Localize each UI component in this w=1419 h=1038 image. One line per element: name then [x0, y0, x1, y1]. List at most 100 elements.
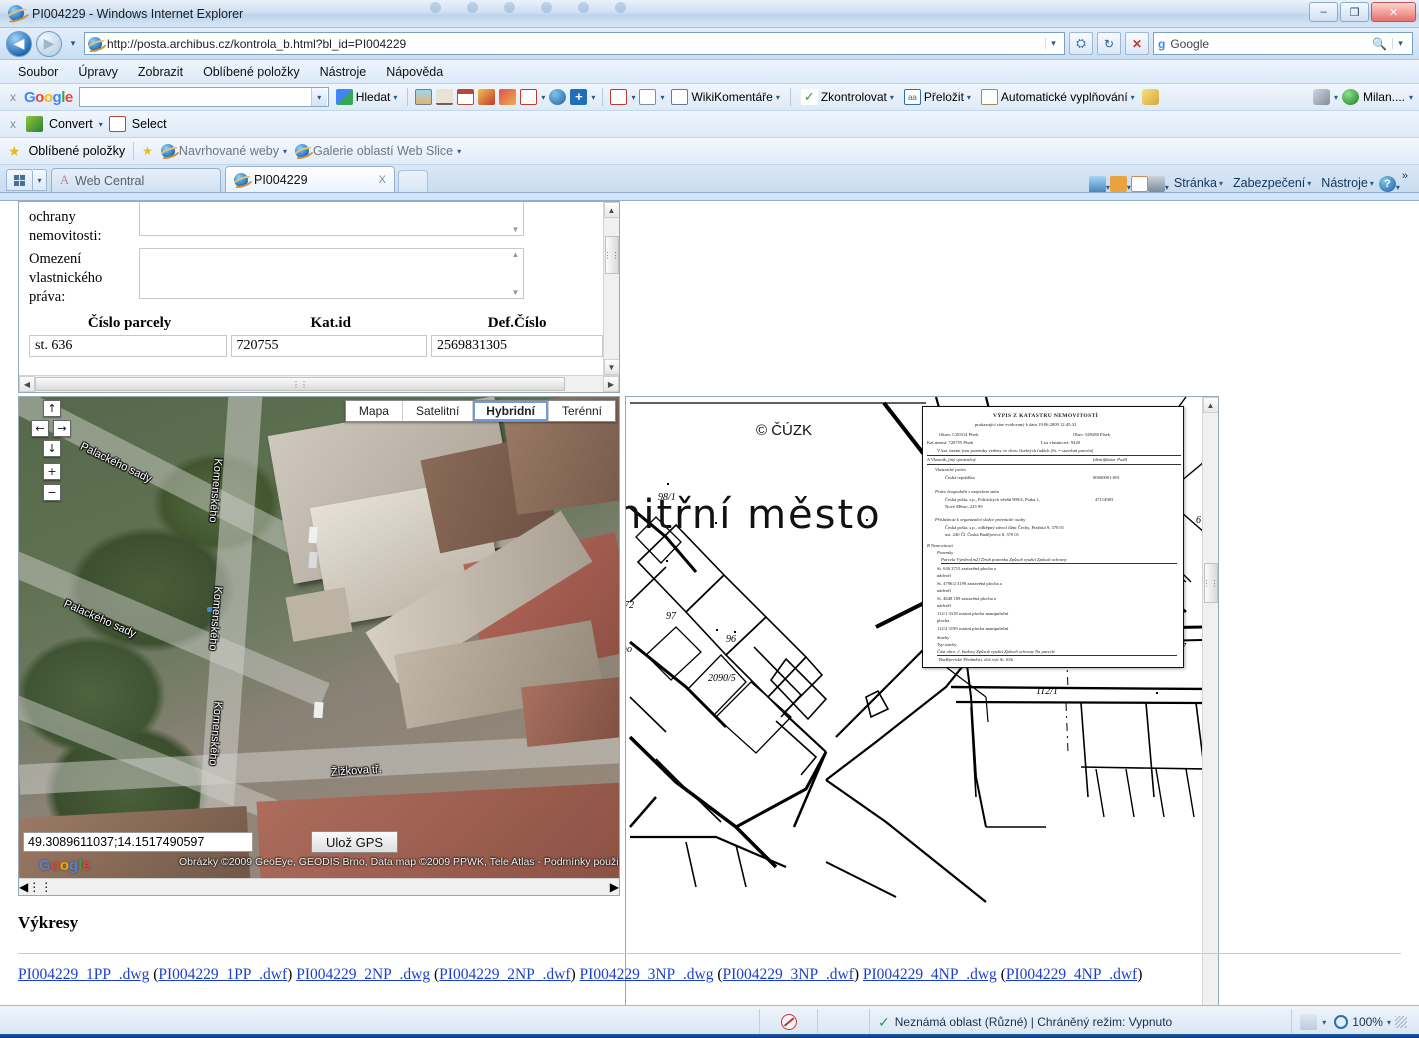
cell-kat-id[interactable]: 720755 — [230, 335, 428, 357]
favorites-star-icon[interactable]: ★ — [8, 143, 21, 160]
add-button-icon[interactable] — [570, 89, 588, 105]
map-type-terenni[interactable]: Terénní — [549, 401, 615, 421]
scroll-right-icon[interactable]: ▶ — [610, 880, 619, 894]
menu-napoveda[interactable]: Nápověda — [376, 62, 453, 82]
browser-search-box[interactable]: g Google 🔍 ▾ — [1153, 32, 1413, 55]
print-icon[interactable] — [1147, 176, 1165, 192]
autofill-button[interactable]: Automatické vyplňování ▾ — [978, 88, 1138, 106]
forward-button[interactable]: ▶ — [36, 30, 62, 57]
menu-soubor[interactable]: Soubor — [8, 62, 68, 82]
menu-zobrazit[interactable]: Zobrazit — [128, 62, 193, 82]
security-zone-status[interactable]: ✓ Neznámá oblast (Různé) | Chráněný reži… — [870, 1009, 1293, 1035]
scroll-down-icon[interactable]: ▼ — [603, 359, 619, 375]
privacy-status[interactable]: ▾ — [1292, 1009, 1334, 1035]
map-type-hybridni[interactable]: Hybridní — [473, 401, 549, 421]
google-search-button[interactable]: Hledat ▾ — [333, 88, 401, 106]
home-icon[interactable] — [1088, 176, 1106, 192]
chevron-down-icon[interactable]: ▾ — [1131, 93, 1135, 102]
search-provider-caret[interactable]: ▾ — [1392, 38, 1408, 49]
zoom-control[interactable]: 100% ▾ — [1334, 1015, 1419, 1029]
maximize-button[interactable]: ❐ — [1340, 2, 1369, 22]
blogger-icon[interactable] — [478, 89, 496, 105]
web-slice-gallery-button[interactable]: Galerie oblastí Web Slice ▾ — [295, 144, 461, 158]
menu-oblibene-polozky[interactable]: Oblíbené položky — [193, 62, 310, 82]
gps-coordinates-input[interactable]: 49.3089611037;14.1517490597 — [23, 832, 253, 852]
resize-grip[interactable] — [1395, 1016, 1407, 1028]
zoom-in-button[interactable]: + — [43, 463, 61, 480]
zkontrolovat-button[interactable]: Zkontrolovat ▾ — [798, 88, 897, 106]
news-icon[interactable] — [436, 89, 454, 105]
new-tab-button[interactable] — [398, 170, 428, 192]
scroll-left-icon[interactable]: ◀ — [19, 880, 28, 894]
compatibility-view-icon[interactable]: ⛭ — [1069, 32, 1093, 55]
cadastral-vertical-scrollbar[interactable]: ▲ ⋮⋮ ▼ — [1202, 397, 1218, 1005]
close-google-toolbar-icon[interactable]: x — [6, 90, 20, 104]
scroll-left-icon[interactable]: ◀ — [19, 376, 35, 392]
scroll-down-icon[interactable]: ▼ — [509, 288, 522, 297]
chevron-down-icon[interactable]: ▾ — [1322, 1018, 1326, 1027]
drawing-link-3np-dwf[interactable]: PI004229_3NP_.dwf — [723, 966, 854, 983]
refresh-button[interactable]: ↻ — [1097, 32, 1121, 55]
close-icon[interactable]: X — [379, 174, 386, 186]
cadastral-extract-document[interactable]: VÝPIS Z KATASTRU NEMOVITOSTÍ prokazující… — [922, 406, 1184, 668]
chevron-down-icon[interactable]: ▾ — [660, 93, 664, 102]
aerial-map-horizontal-scrollbar[interactable]: ◀ ⋮⋮ ▶ — [19, 878, 619, 895]
popup-blocker-icon[interactable] — [610, 89, 628, 105]
close-button[interactable]: ✕ — [1371, 2, 1416, 22]
scroll-right-icon[interactable]: ▶ — [603, 376, 619, 392]
url-dropdown-caret[interactable]: ▾ — [1045, 38, 1061, 49]
scroll-up-icon[interactable]: ▲ — [509, 250, 522, 259]
google-search-caret[interactable]: ▾ — [310, 88, 327, 106]
tab-pi004229[interactable]: PI004229 X — [225, 166, 395, 192]
calendar-icon[interactable] — [457, 89, 475, 105]
prelozit-button[interactable]: aa Přeložit ▾ — [901, 88, 974, 106]
scrollbar-thumb[interactable]: ⋮⋮ — [35, 377, 565, 391]
drawing-link-1pp-dwg[interactable]: PI004229_1PP_.dwg — [18, 966, 149, 983]
menu-nastroje[interactable]: Nástroje — [310, 62, 377, 82]
chevron-down-icon[interactable]: ▾ — [541, 93, 545, 102]
aerial-map-canvas[interactable]: Palackého sady Palackého sady Komenského… — [19, 397, 619, 878]
scroll-down-icon[interactable]: ▼ — [509, 225, 522, 234]
drawing-link-3np-dwg[interactable]: PI004229_3NP_.dwg — [580, 966, 714, 983]
zoom-out-button[interactable]: − — [43, 484, 61, 501]
popup-blocker-status[interactable] — [760, 1009, 818, 1035]
drawing-link-4np-dwf[interactable]: PI004229_4NP_.dwf — [1006, 966, 1137, 983]
scrollbar-thumb[interactable]: ⋮⋮ — [28, 880, 548, 894]
scroll-up-icon[interactable]: ▲ — [1202, 397, 1218, 413]
chevron-down-icon[interactable]: ▾ — [890, 93, 894, 102]
map-type-satelitni[interactable]: Satelitní — [403, 401, 474, 421]
pan-down-button[interactable]: ↓ — [43, 440, 61, 457]
tab-list-caret[interactable]: ▾ — [33, 169, 47, 191]
drawing-link-4np-dwg[interactable]: PI004229_4NP_.dwg — [863, 966, 997, 983]
pan-left-button[interactable]: ← — [31, 420, 49, 437]
account-label[interactable]: Milan.... — [1363, 90, 1405, 104]
save-gps-button[interactable]: Ulož GPS — [311, 831, 399, 853]
settings-wrench-icon[interactable] — [1312, 89, 1330, 105]
highlight-icon[interactable] — [1141, 89, 1159, 105]
chevron-down-icon[interactable]: ▾ — [1219, 179, 1223, 188]
form-vertical-scrollbar[interactable]: ▲ ⋮⋮ ▼ — [603, 202, 619, 375]
chevron-down-icon[interactable]: ▾ — [1334, 93, 1338, 102]
chevron-down-icon[interactable]: ▾ — [457, 147, 461, 156]
chevron-down-icon[interactable]: ▾ — [776, 93, 780, 102]
chevron-down-icon[interactable]: ▾ — [967, 93, 971, 102]
chevron-down-icon[interactable]: ▾ — [99, 120, 103, 129]
pan-right-button[interactable]: → — [53, 420, 71, 437]
chevron-down-icon[interactable]: ▾ — [1370, 179, 1374, 188]
drawing-link-1pp-dwf[interactable]: PI004229_1PP_.dwf — [158, 966, 287, 983]
pagerank-bar-icon[interactable] — [639, 89, 657, 105]
form-horizontal-scrollbar[interactable]: ◀ ⋮⋮ ▶ — [19, 375, 619, 392]
suggested-sites-button[interactable]: Navrhované weby ▾ — [160, 144, 287, 158]
url-bar[interactable]: http://posta.archibus.cz/kontrola_b.html… — [84, 32, 1065, 55]
add-favorite-icon[interactable]: ★ — [142, 144, 153, 158]
favorites-label[interactable]: Oblíbené položky — [29, 144, 126, 158]
images-icon[interactable] — [415, 89, 433, 105]
close-convert-toolbar-icon[interactable]: x — [6, 117, 20, 131]
page-menu-button[interactable]: Stránka ▾ — [1169, 174, 1228, 192]
overflow-chevron-icon[interactable]: » — [1400, 170, 1413, 192]
help-icon[interactable]: ? — [1378, 176, 1396, 192]
mail-icon[interactable] — [1130, 176, 1148, 192]
security-menu-button[interactable]: Zabezpečení ▾ — [1228, 174, 1316, 192]
scrollbar-thumb[interactable]: ⋮⋮ — [604, 236, 619, 274]
back-button[interactable]: ◀ — [6, 30, 32, 57]
